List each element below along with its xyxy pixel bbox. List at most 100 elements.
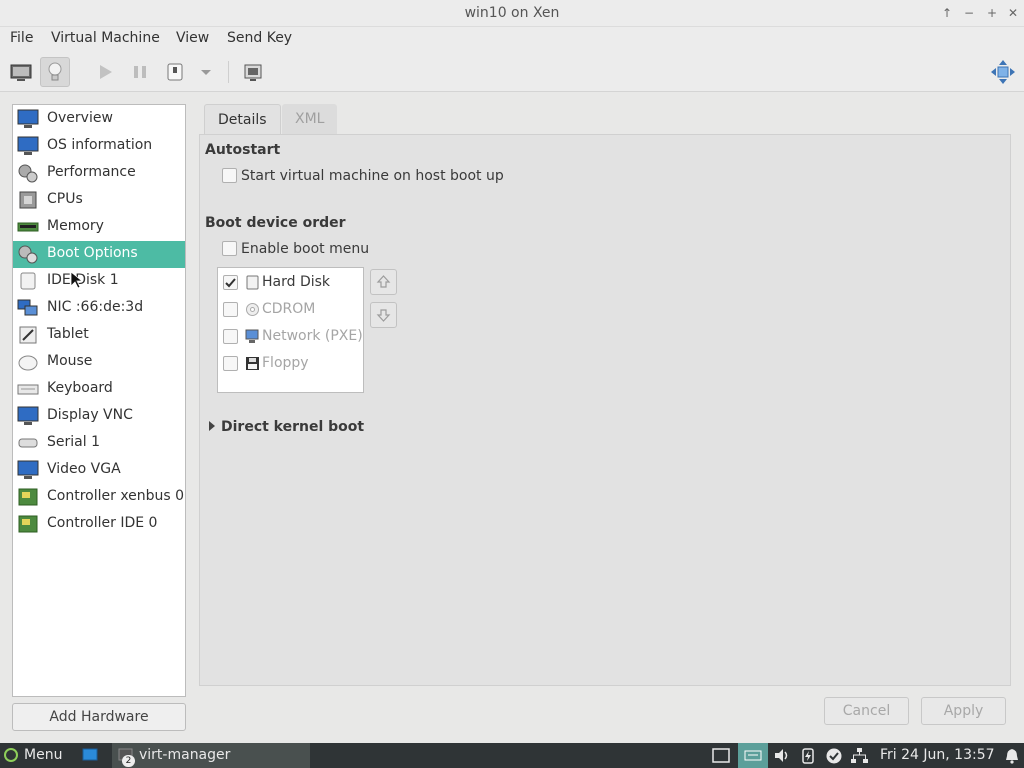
- keep-above-button[interactable]: ↑: [938, 4, 956, 22]
- floppy-checkbox[interactable]: [223, 356, 238, 371]
- run-button[interactable]: [90, 57, 120, 87]
- sidebar-item-tablet[interactable]: Tablet: [13, 322, 185, 349]
- move-up-button[interactable]: [370, 269, 397, 295]
- lightbulb-icon: [48, 62, 62, 81]
- menu-send-key[interactable]: Send Key: [227, 30, 292, 46]
- menu-file[interactable]: File: [10, 30, 33, 46]
- sidebar-item-nic[interactable]: NIC :66:de:3d: [13, 295, 185, 322]
- sidebar-item-label: NIC :66:de:3d: [47, 299, 144, 315]
- sidebar-item-video-vga[interactable]: Video VGA: [13, 457, 185, 484]
- arrow-down-icon: [376, 309, 391, 322]
- cancel-button[interactable]: Cancel: [824, 697, 909, 725]
- sidebar-item-keyboard[interactable]: Keyboard: [13, 376, 185, 403]
- arrow-up-icon: [376, 275, 391, 288]
- tab-xml[interactable]: XML: [282, 104, 338, 134]
- sidebar-item-performance[interactable]: Performance: [13, 160, 185, 187]
- update-manager-icon[interactable]: [825, 747, 843, 764]
- sidebar-item-memory[interactable]: Memory: [13, 214, 185, 241]
- console-view-button[interactable]: [6, 57, 36, 87]
- menu-view[interactable]: View: [176, 30, 209, 46]
- sidebar-item-label: Overview: [47, 110, 113, 126]
- sidebar-item-label: CPUs: [47, 191, 83, 207]
- sidebar-item-label: Video VGA: [47, 461, 121, 477]
- sidebar-item-label: Mouse: [47, 353, 93, 369]
- enable-boot-menu-checkbox[interactable]: [222, 241, 237, 256]
- sidebar-item-os-information[interactable]: OS information: [13, 133, 185, 160]
- gears-icon: [18, 245, 38, 264]
- task-count-badge: 2: [122, 755, 135, 767]
- pause-icon: [134, 66, 146, 78]
- details-view-button[interactable]: [40, 57, 70, 87]
- performance-gears-icon: [18, 164, 38, 183]
- sidebar-item-overview[interactable]: Overview: [13, 106, 185, 133]
- shutdown-button[interactable]: [160, 57, 190, 87]
- boot-device-label: Hard Disk: [262, 274, 331, 290]
- taskbar: Menu 2 virt-manager Fri 24 Jun, 13:57: [0, 743, 1024, 768]
- tablet-icon: [19, 326, 37, 344]
- floppy-icon: [246, 357, 259, 370]
- sidebar-item-mouse[interactable]: Mouse: [13, 349, 185, 376]
- hard-disk-checkbox[interactable]: [223, 275, 238, 290]
- add-hardware-button[interactable]: Add Hardware: [12, 703, 186, 731]
- tab-details[interactable]: Details: [204, 104, 281, 134]
- maximize-button[interactable]: +: [983, 4, 1001, 22]
- chevron-down-icon: [201, 70, 211, 75]
- fullscreen-button[interactable]: [988, 57, 1018, 87]
- snapshot-icon: [244, 64, 262, 81]
- pause-button[interactable]: [125, 57, 155, 87]
- apply-button[interactable]: Apply: [921, 697, 1006, 725]
- power-manager-icon[interactable]: [799, 747, 817, 764]
- sidebar-item-serial-1[interactable]: Serial 1: [13, 430, 185, 457]
- boot-device-cdrom[interactable]: CDROM: [218, 296, 363, 323]
- controller-card-icon: [18, 488, 38, 506]
- shutdown-dropdown[interactable]: [192, 57, 220, 87]
- autostart-checkbox[interactable]: [222, 168, 237, 183]
- volume-icon[interactable]: [773, 747, 791, 764]
- sidebar-item-cpus[interactable]: CPUs: [13, 187, 185, 214]
- window-list-icon[interactable]: [712, 747, 730, 764]
- disk-icon: [20, 272, 36, 290]
- menu-virtual-machine[interactable]: Virtual Machine: [51, 30, 160, 46]
- boot-device-floppy[interactable]: Floppy: [218, 350, 363, 377]
- move-down-button[interactable]: [370, 302, 397, 328]
- play-icon: [100, 65, 112, 79]
- boot-device-label: Floppy: [262, 355, 309, 371]
- boot-device-label: CDROM: [262, 301, 316, 317]
- toolbar: [0, 52, 1024, 92]
- network-tray-icon[interactable]: [850, 747, 868, 764]
- sidebar-item-boot-options[interactable]: Boot Options: [13, 241, 185, 268]
- snapshots-button[interactable]: [238, 57, 268, 87]
- sidebar-item-label: Boot Options: [47, 245, 138, 261]
- sidebar-item-controller-ide-0[interactable]: Controller IDE 0: [13, 511, 185, 538]
- start-menu-button[interactable]: Menu: [0, 743, 72, 768]
- boot-device-hard-disk[interactable]: Hard Disk: [218, 269, 363, 296]
- serial-icon: [18, 438, 38, 448]
- minimize-button[interactable]: −: [960, 4, 978, 22]
- network-pxe-checkbox[interactable]: [223, 329, 238, 344]
- boot-device-network-pxe[interactable]: Network (PXE): [218, 323, 363, 350]
- mouse-icon: [18, 355, 38, 371]
- checkmark-icon: [225, 278, 236, 288]
- power-icon: [167, 63, 183, 81]
- notifications-icon[interactable]: [1003, 747, 1021, 764]
- direct-kernel-boot-label: Direct kernel boot: [221, 419, 365, 435]
- enable-boot-menu-label[interactable]: Enable boot menu: [241, 241, 369, 257]
- taskbar-task-label: virt-manager: [139, 747, 231, 763]
- sidebar-item-display-vnc[interactable]: Display VNC: [13, 403, 185, 430]
- sidebar-item-controller-xenbus-0[interactable]: Controller xenbus 0: [13, 484, 185, 511]
- sidebar-item-label: Display VNC: [47, 407, 133, 423]
- sidebar-item-ide-disk-1[interactable]: IDE Disk 1: [13, 268, 185, 295]
- window-title: win10 on Xen: [464, 5, 560, 21]
- boot-device-list: Hard Disk CDROM Network (PXE) Floppy: [217, 267, 364, 393]
- cpu-chip-icon: [19, 191, 37, 209]
- keyboard-icon: [17, 384, 39, 395]
- keyboard-layout-indicator[interactable]: [738, 743, 768, 768]
- show-desktop-icon[interactable]: [82, 748, 98, 762]
- taskbar-task-virt-manager[interactable]: 2 virt-manager: [112, 743, 310, 768]
- monitor-icon: [10, 64, 32, 81]
- sidebar-item-label: Controller xenbus 0: [47, 488, 185, 504]
- close-button[interactable]: ✕: [1004, 4, 1022, 22]
- autostart-checkbox-label[interactable]: Start virtual machine on host boot up: [241, 168, 504, 184]
- direct-kernel-boot-expander[interactable]: Direct kernel boot: [209, 419, 364, 435]
- cdrom-checkbox[interactable]: [223, 302, 238, 317]
